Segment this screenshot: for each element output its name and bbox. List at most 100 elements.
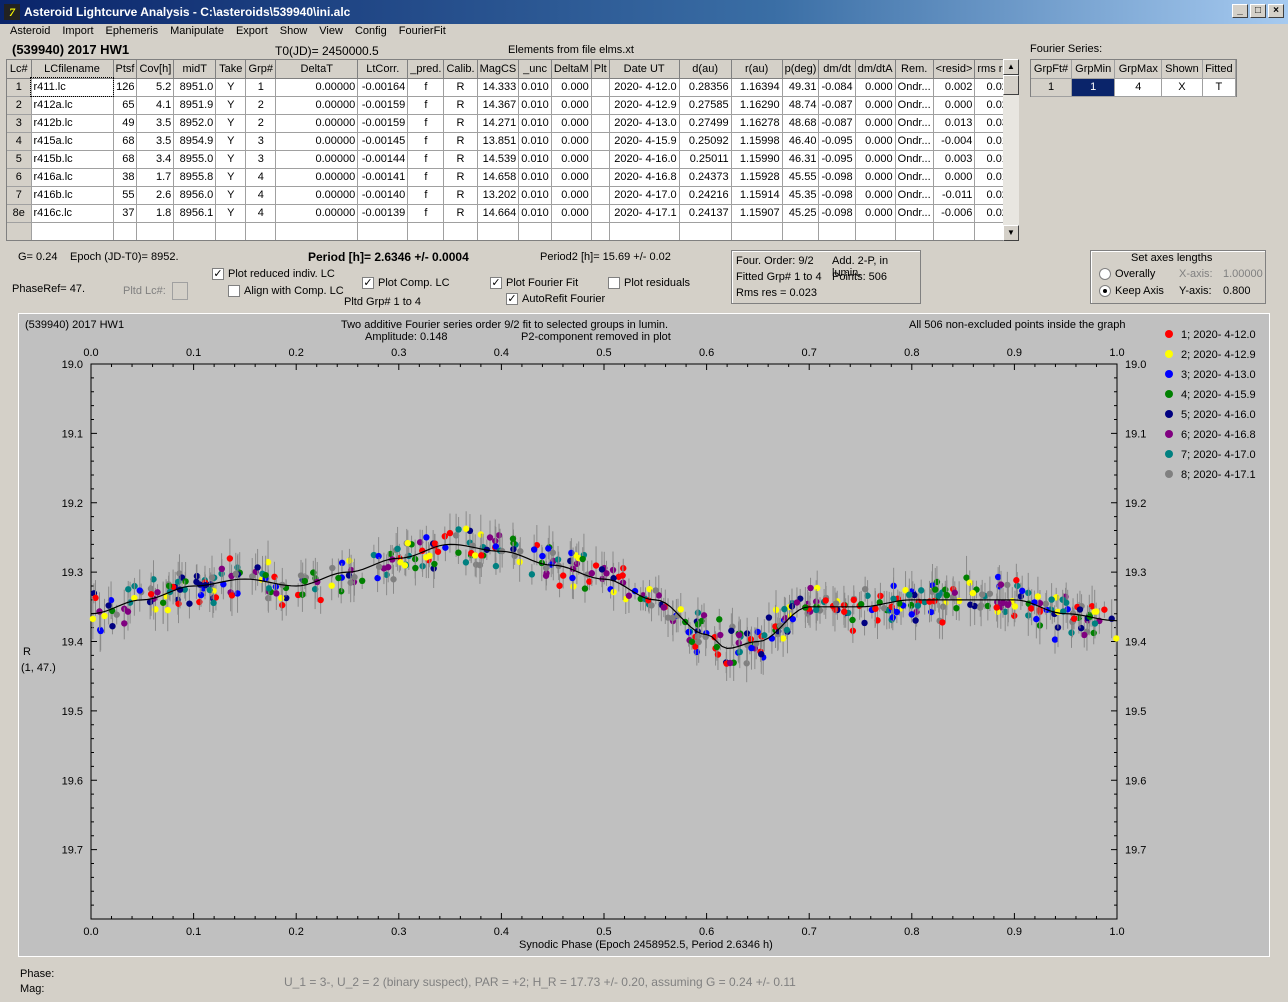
maximize-button[interactable]: □ — [1250, 4, 1266, 18]
table-cell[interactable]: R — [443, 204, 478, 223]
table-cell[interactable]: f — [407, 186, 445, 205]
table-row[interactable]: 7 r416b.lc 55 2.6 8956.0 Y 4 0.00000 -0.00140 f R 1… — [7, 186, 1018, 205]
table-cell[interactable]: 0.27585 — [679, 96, 732, 115]
column-header[interactable]: _unc — [518, 60, 552, 79]
table-cell[interactable]: -0.004 — [933, 132, 976, 151]
table-cell[interactable]: 0.000 — [855, 204, 896, 223]
table-cell[interactable]: f — [407, 204, 445, 223]
table-cell[interactable]: f — [407, 96, 445, 115]
menu-manipulate[interactable]: Manipulate — [164, 24, 230, 41]
table-cell[interactable]: 4 — [245, 186, 277, 205]
table-cell[interactable]: 1.15928 — [731, 168, 783, 187]
table-cell[interactable]: Y — [215, 114, 247, 133]
column-header[interactable]: LtCorr. — [357, 60, 409, 79]
table-cell[interactable]: 0.000 — [855, 96, 896, 115]
table-cell[interactable]: 2020- 4-17.0 — [609, 186, 680, 205]
table-cell[interactable] — [609, 222, 680, 240]
table-cell[interactable]: 8956.0 — [173, 186, 217, 205]
fourier-table[interactable]: GrpFt# GrpMin GrpMax Shown Fitted 1 1 4 … — [1030, 59, 1237, 97]
table-cell[interactable]: r411.lc — [30, 77, 114, 97]
table-cell[interactable]: -0.00145 — [357, 132, 409, 151]
table-cell[interactable]: 0.010 — [518, 186, 552, 205]
table-cell[interactable]: r412a.lc — [31, 96, 114, 115]
table-cell[interactable] — [591, 168, 610, 187]
column-header[interactable]: Rem. — [895, 60, 934, 79]
table-row[interactable]: 2 r412a.lc 65 4.1 8951.9 Y 2 0.00000 -0.00159 f R 1… — [7, 96, 1018, 115]
table-cell[interactable]: r415b.lc — [31, 150, 114, 169]
table-cell[interactable] — [357, 222, 409, 240]
table-cell[interactable]: 8952.0 — [173, 114, 217, 133]
table-cell[interactable]: r416c.lc — [31, 204, 114, 223]
table-cell[interactable]: f — [407, 114, 445, 133]
table-cell[interactable]: 0.000 — [855, 114, 896, 133]
table-cell[interactable]: 2020- 4-13.0 — [609, 114, 680, 133]
table-cell[interactable]: r415a.lc — [31, 132, 114, 151]
menu-show[interactable]: Show — [274, 24, 314, 41]
table-cell[interactable]: 2020- 4-17.1 — [609, 204, 680, 223]
table-cell[interactable]: 49 — [113, 114, 138, 133]
table-cell[interactable] — [7, 222, 32, 240]
table-cell[interactable]: 126 — [113, 78, 138, 97]
table-cell[interactable]: -0.084 — [818, 78, 856, 97]
table-cell[interactable]: 0.00000 — [275, 168, 359, 187]
table-cell[interactable]: 1.7 — [136, 168, 175, 187]
table-cell[interactable]: 0.00000 — [275, 96, 359, 115]
table-cell[interactable]: 14.367 — [477, 96, 520, 115]
table-cell[interactable]: 13.202 — [477, 186, 520, 205]
table-cell[interactable]: Ondr... — [895, 114, 934, 133]
table-cell[interactable]: 3.5 — [136, 114, 175, 133]
table-cell[interactable]: R — [443, 96, 478, 115]
table-cell[interactable]: -0.00139 — [357, 204, 409, 223]
column-header[interactable]: _pred. — [407, 60, 445, 79]
table-cell[interactable] — [173, 222, 217, 240]
table-cell[interactable]: -0.095 — [818, 150, 856, 169]
table-cell[interactable]: R — [443, 78, 478, 97]
table-cell[interactable]: f — [407, 168, 445, 187]
table-cell[interactable]: 0.00000 — [275, 78, 359, 97]
close-button[interactable]: × — [1268, 4, 1284, 18]
table-cell[interactable]: 0.00000 — [275, 114, 359, 133]
table-cell[interactable]: 0.24137 — [679, 204, 732, 223]
table-cell[interactable]: 55 — [113, 186, 138, 205]
table-cell[interactable]: 2 — [245, 114, 277, 133]
table-cell[interactable]: -0.011 — [933, 186, 976, 205]
minimize-button[interactable]: _ — [1232, 4, 1248, 18]
table-row[interactable]: 5 r415b.lc 68 3.4 8955.0 Y 3 0.00000 -0.00144 f R 1… — [7, 150, 1018, 169]
table-cell[interactable]: 0.010 — [518, 114, 552, 133]
table-cell[interactable]: r412b.lc — [31, 114, 114, 133]
table-cell[interactable]: -0.00159 — [357, 114, 409, 133]
table-cell[interactable]: 2020- 4-12.0 — [609, 78, 680, 97]
table-cell[interactable]: 1.16278 — [731, 114, 783, 133]
table-row-empty[interactable] — [7, 222, 1018, 240]
table-cell[interactable]: 3.4 — [136, 150, 175, 169]
table-cell[interactable]: 1.16394 — [731, 78, 783, 97]
table-cell[interactable]: 14.333 — [477, 78, 520, 97]
table-cell[interactable] — [551, 222, 592, 240]
table-cell[interactable]: 3 — [245, 150, 277, 169]
plot-reduced-checkbox[interactable]: ✓ Plot reduced indiv. LC — [212, 268, 335, 281]
fourier-cell[interactable]: X — [1161, 78, 1203, 97]
row-header[interactable]: 3 — [7, 114, 32, 133]
keep-axis-radio[interactable]: Keep Axis — [1099, 285, 1164, 298]
table-cell[interactable]: 37 — [113, 204, 138, 223]
column-header[interactable]: Lc# — [7, 60, 32, 79]
scroll-up-icon[interactable]: ▲ — [1003, 59, 1019, 75]
table-cell[interactable]: f — [407, 150, 445, 169]
table-cell[interactable]: 2020- 4-15.9 — [609, 132, 680, 151]
table-cell[interactable]: 0.00000 — [275, 186, 359, 205]
table-cell[interactable]: 0.000 — [551, 168, 592, 187]
table-cell[interactable]: R — [443, 186, 478, 205]
table-cell[interactable]: 8956.1 — [173, 204, 217, 223]
table-cell[interactable]: 0.000 — [855, 132, 896, 151]
table-cell[interactable] — [245, 222, 277, 240]
table-cell[interactable]: Ondr... — [895, 96, 934, 115]
table-cell[interactable]: 0.000 — [551, 204, 592, 223]
table-cell[interactable]: -0.00144 — [357, 150, 409, 169]
table-cell[interactable]: 14.658 — [477, 168, 520, 187]
table-cell[interactable] — [591, 204, 610, 223]
table-cell[interactable]: 1.15914 — [731, 186, 783, 205]
table-cell[interactable]: 1.15907 — [731, 204, 783, 223]
table-cell[interactable] — [818, 222, 856, 240]
table-cell[interactable]: 46.31 — [782, 150, 820, 169]
scroll-down-icon[interactable]: ▼ — [1003, 225, 1019, 241]
